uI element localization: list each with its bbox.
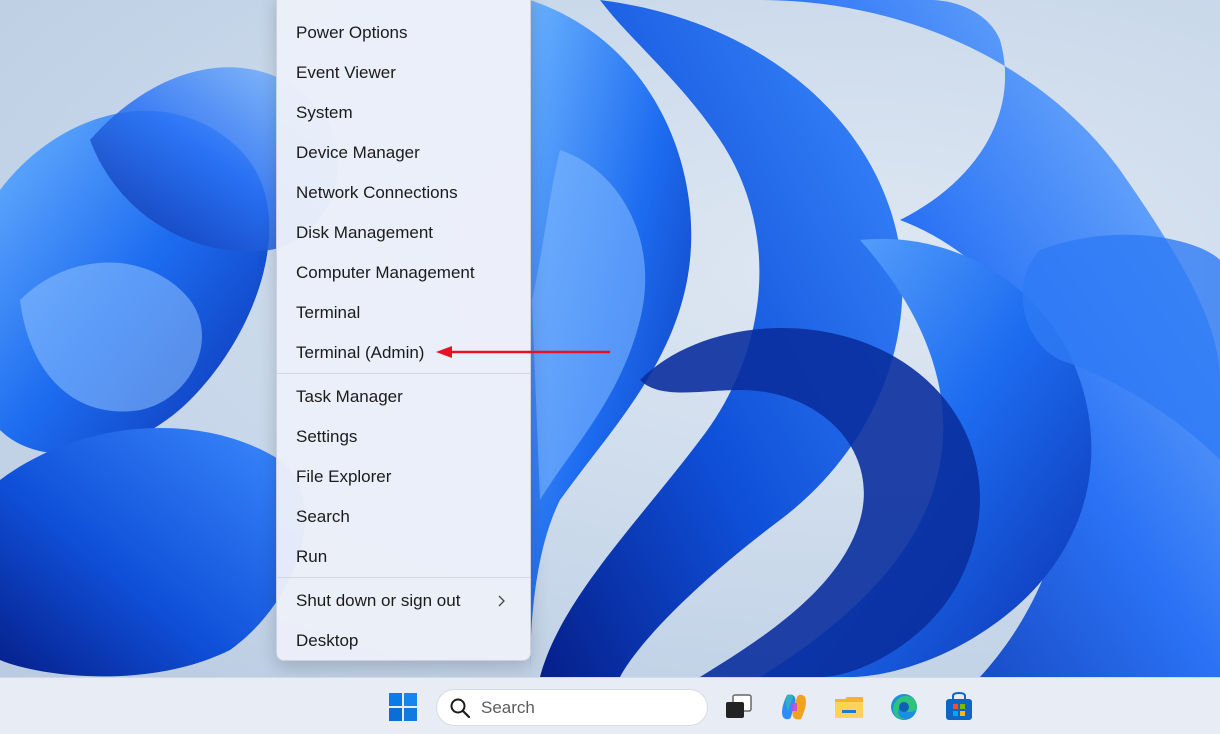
menu-item-disk-management[interactable]: Disk Management: [285, 215, 523, 251]
menu-item-file-explorer[interactable]: File Explorer: [285, 459, 523, 495]
menu-item-shut-down-or-sign-out[interactable]: Shut down or sign out: [285, 583, 523, 619]
menu-item-label: Event Viewer: [296, 63, 396, 82]
taskbar: Search: [0, 677, 1220, 734]
store-icon[interactable]: [943, 691, 975, 723]
menu-item-power-options[interactable]: Power Options: [285, 15, 523, 51]
menu-item-task-manager[interactable]: Task Manager: [285, 379, 523, 415]
menu-item-label: Task Manager: [296, 387, 403, 406]
menu-item-label: Desktop: [296, 631, 359, 650]
task-view-icon[interactable]: [723, 691, 755, 723]
menu-item-label: Search: [296, 507, 350, 526]
menu-item-event-viewer[interactable]: Event Viewer: [285, 55, 523, 91]
copilot-icon[interactable]: [778, 691, 810, 723]
search-label: Search: [481, 697, 535, 717]
menu-item-settings[interactable]: Settings: [285, 419, 523, 455]
edge-icon[interactable]: [888, 691, 920, 723]
menu-item-label: System: [296, 103, 353, 122]
menu-item-label: Network Connections: [296, 183, 458, 202]
file-explorer-icon[interactable]: [833, 691, 865, 723]
menu-item-label: Terminal: [296, 303, 361, 322]
quick-link-menu: Power Options Event Viewer System Device…: [276, 0, 531, 661]
chevron-right-icon: [498, 595, 505, 607]
menu-item-label: Computer Management: [296, 263, 475, 282]
annotation-arrow-icon: [436, 346, 610, 358]
menu-item-label: File Explorer: [296, 467, 392, 486]
menu-item-label: Shut down or sign out: [296, 591, 461, 610]
menu-item-computer-management[interactable]: Computer Management: [285, 255, 523, 291]
taskbar-search-box[interactable]: Search: [436, 689, 708, 726]
menu-separator: [277, 373, 530, 374]
menu-item-search[interactable]: Search: [285, 499, 523, 535]
menu-item-label: Terminal (Admin): [296, 343, 425, 362]
desktop-wallpaper: [0, 0, 1220, 677]
menu-item-label: Power Options: [296, 23, 408, 42]
menu-item-desktop[interactable]: Desktop: [285, 623, 523, 659]
menu-item-network-connections[interactable]: Network Connections: [285, 175, 523, 211]
search-icon: [450, 698, 471, 718]
windows-start-icon[interactable]: [387, 691, 419, 723]
bloom-wallpaper: [0, 0, 1220, 677]
menu-separator: [277, 577, 530, 578]
menu-item-label: Disk Management: [296, 223, 434, 242]
menu-item-label: Run: [296, 547, 328, 566]
menu-item-system[interactable]: System: [285, 95, 523, 131]
menu-item-label: Settings: [296, 427, 358, 446]
menu-item-run[interactable]: Run: [285, 539, 523, 575]
menu-item-device-manager[interactable]: Device Manager: [285, 135, 523, 171]
menu-item-label: Device Manager: [296, 143, 420, 162]
menu-item-terminal[interactable]: Terminal: [285, 295, 523, 331]
